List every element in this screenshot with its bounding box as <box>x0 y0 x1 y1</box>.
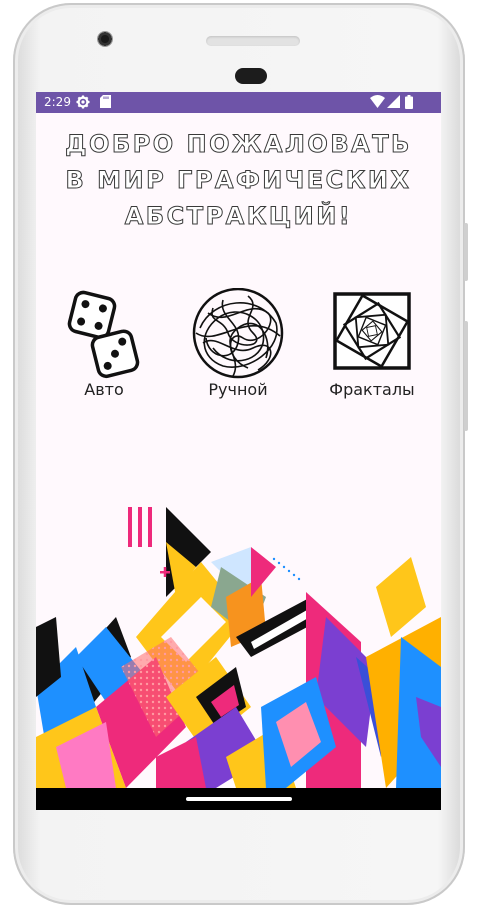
auto-mode-button[interactable]: Авто <box>40 288 168 406</box>
volume-button <box>464 321 468 431</box>
welcome-title-line-1: Добро пожаловать <box>65 130 412 159</box>
nested-squares-icon <box>333 292 411 370</box>
welcome-title-line-3: абстракций! <box>124 202 353 231</box>
welcome-title-line-2: в мир графических <box>65 166 412 195</box>
signal-icon <box>387 95 400 111</box>
power-button <box>464 223 468 281</box>
sd-card-icon <box>100 95 111 111</box>
scribble-ball-icon <box>192 288 284 379</box>
navigation-bar <box>36 788 441 810</box>
wifi-icon <box>370 95 385 111</box>
front-camera-icon <box>97 31 113 47</box>
welcome-title: Добро пожаловать в мир графических абстр… <box>36 126 441 234</box>
proximity-sensor <box>235 68 267 84</box>
settings-icon <box>76 95 90 112</box>
status-bar: 2:29 <box>36 92 441 113</box>
status-time: 2:29 <box>44 95 71 109</box>
abstract-geometric-artwork <box>36 507 441 788</box>
earpiece-speaker <box>206 36 300 46</box>
manual-mode-label: Ручной <box>208 380 268 399</box>
fractals-mode-button[interactable]: Фракталы <box>308 288 436 406</box>
home-gesture-handle[interactable] <box>186 797 292 801</box>
battery-icon <box>405 95 413 112</box>
manual-mode-button[interactable]: Ручной <box>174 288 302 406</box>
dice-icon <box>67 290 140 379</box>
fractals-mode-label: Фракталы <box>329 380 415 399</box>
auto-mode-label: Авто <box>84 380 124 399</box>
app-screen: 2:29 Добро пожало <box>36 92 441 810</box>
